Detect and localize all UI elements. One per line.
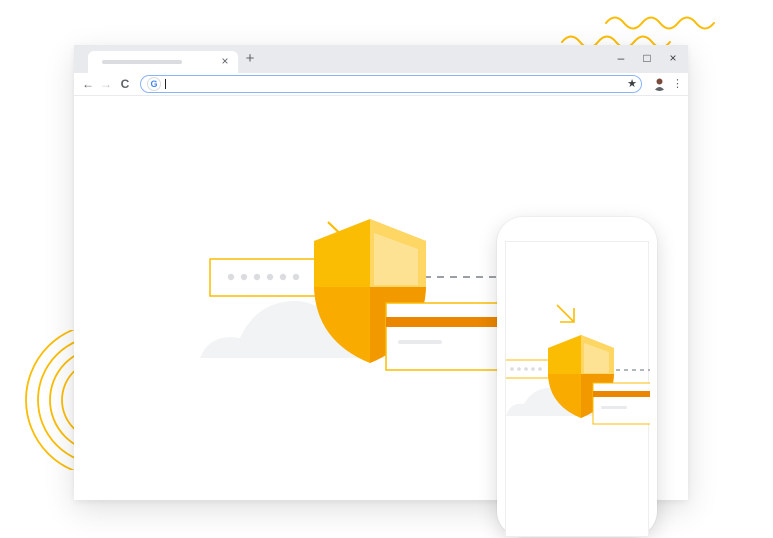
phone-security-illustration	[506, 304, 650, 425]
tab-close-icon[interactable]: ×	[218, 53, 232, 69]
back-button[interactable]: ←	[80, 75, 96, 93]
browser-tab[interactable]: ×	[88, 51, 238, 73]
arrow-down-right-icon	[556, 304, 575, 323]
minimize-button[interactable]: –	[612, 49, 630, 67]
avatar-person-icon	[654, 78, 665, 91]
tab-title-placeholder	[102, 60, 182, 64]
password-dots-icon	[506, 359, 551, 379]
ring-decoration-icon	[25, 330, 80, 470]
password-dots-icon	[209, 258, 321, 297]
close-window-button[interactable]: ×	[664, 49, 682, 67]
forward-button[interactable]: →	[98, 75, 114, 93]
credential-card-icon	[592, 382, 650, 425]
new-tab-button[interactable]: +	[242, 51, 258, 67]
maximize-button[interactable]: □	[638, 49, 656, 67]
menu-icon[interactable]: ⋮	[672, 75, 683, 93]
phone-device	[497, 217, 657, 537]
text-cursor	[165, 79, 166, 89]
google-logo-icon: G	[147, 77, 161, 91]
address-bar[interactable]: G ★	[140, 75, 642, 93]
tab-strip: × + – □ ×	[74, 45, 688, 73]
phone-screen	[505, 241, 650, 537]
profile-avatar[interactable]	[652, 76, 667, 91]
browser-toolbar: ← → C G ★ ⋮	[74, 73, 688, 96]
bookmark-star-icon[interactable]: ★	[625, 76, 639, 92]
reload-button[interactable]: C	[117, 75, 133, 93]
credential-card-icon	[385, 302, 507, 371]
